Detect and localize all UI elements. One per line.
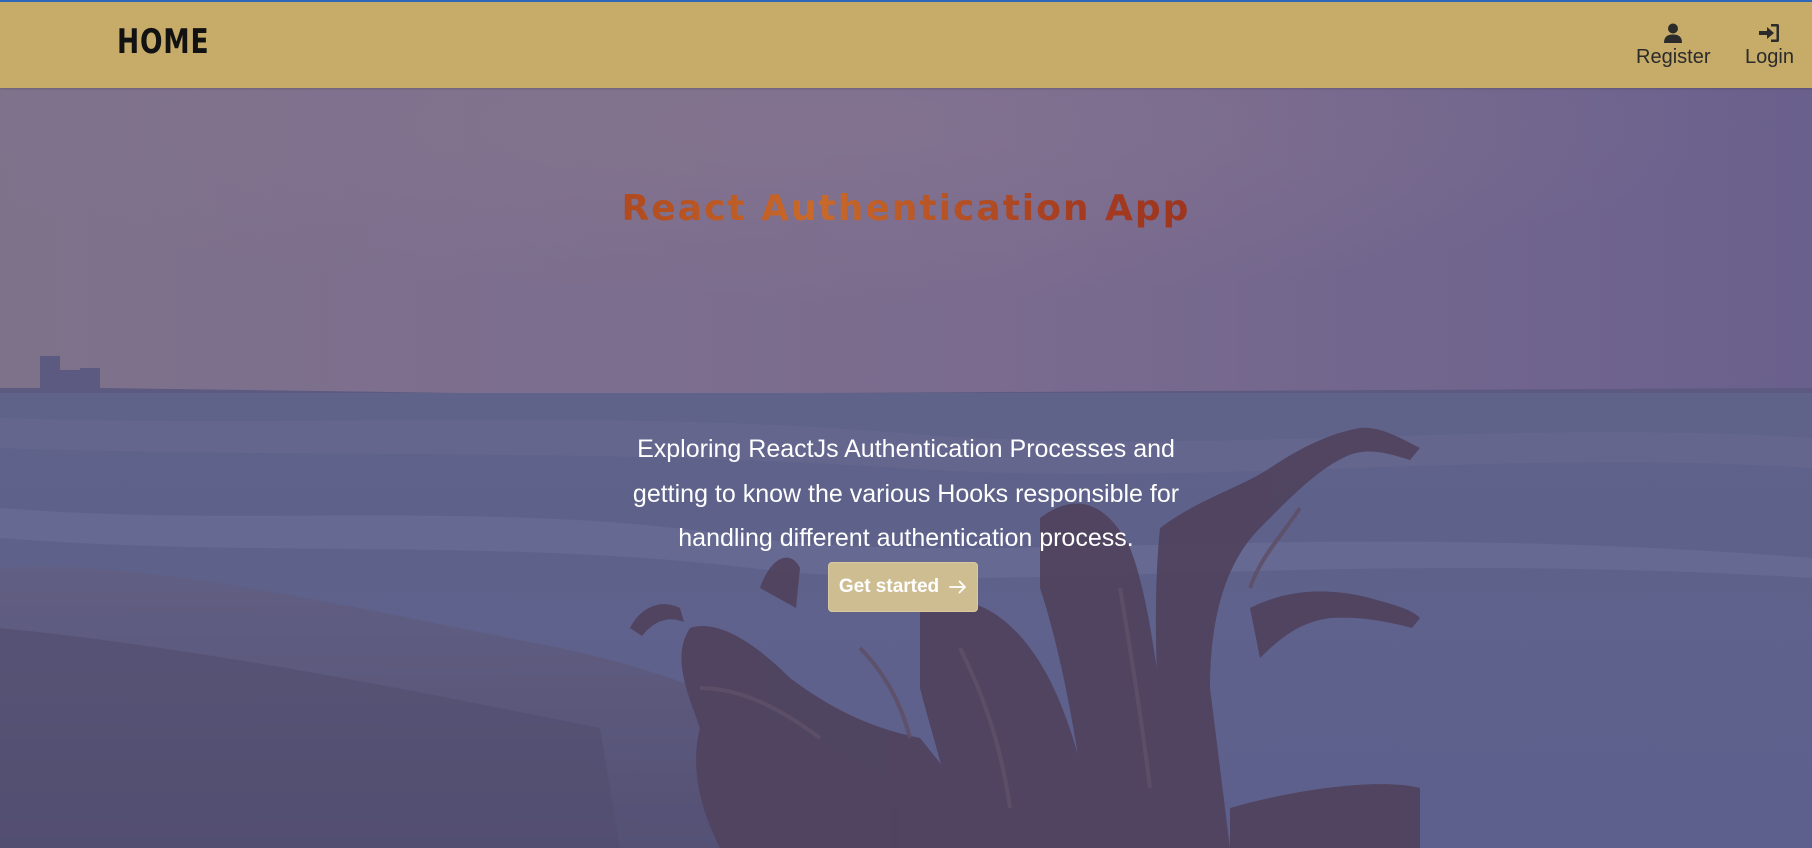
register-link[interactable]: Register (1636, 22, 1710, 69)
hero-section: React Authentication App Exploring React… (0, 88, 1812, 848)
hero-title: React Authentication App (0, 188, 1812, 229)
login-label: Login (1745, 46, 1794, 68)
login-link[interactable]: Login (1745, 22, 1794, 69)
hero-description: Exploring ReactJs Authentication Process… (632, 435, 1180, 552)
arrow-right-icon (949, 580, 967, 594)
page: HOME Register Login React Authentication… (0, 0, 1812, 848)
get-started-label: Get started (838, 576, 940, 597)
get-started-button[interactable]: Get started (828, 562, 978, 612)
home-link[interactable]: HOME (117, 22, 209, 62)
sign-in-icon (1759, 24, 1780, 42)
navbar: HOME Register Login (0, 0, 1812, 88)
user-icon (1664, 23, 1683, 43)
register-label: Register (1636, 46, 1711, 68)
